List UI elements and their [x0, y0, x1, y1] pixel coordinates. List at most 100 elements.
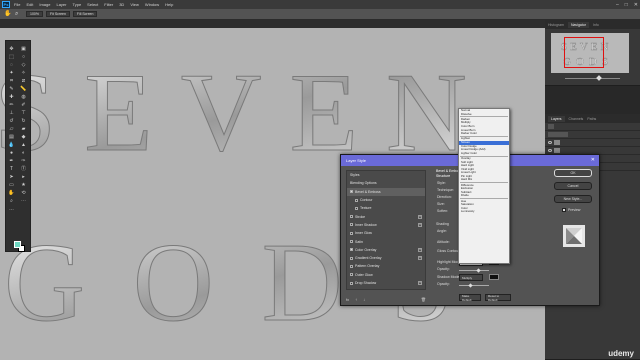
hand-tool-icon[interactable]: ✋ [4, 11, 12, 18]
tab-channels[interactable]: Channels [569, 117, 584, 121]
new-style-button[interactable]: New Style... [554, 195, 592, 203]
ok-button[interactable]: OK [554, 169, 592, 177]
artboard-tool-icon[interactable]: ▣ [19, 45, 28, 52]
polygon-lasso-icon[interactable]: ◇ [19, 61, 28, 68]
visibility-eye-icon[interactable] [548, 149, 552, 152]
style-checkbox[interactable] [350, 215, 353, 219]
style-item-satin[interactable]: Satin [347, 237, 425, 245]
freeform-pen-icon[interactable]: ✑ [19, 157, 28, 164]
blend-option[interactable]: Luminosity [459, 210, 509, 214]
brush-tool-icon[interactable]: ✏ [7, 101, 16, 108]
menu-image[interactable]: Image [39, 0, 50, 9]
move-tool-icon[interactable]: ✥ [7, 45, 16, 52]
menu-help[interactable]: Help [165, 0, 173, 9]
move-down-icon[interactable]: ↓ [363, 297, 365, 302]
menu-type[interactable]: Type [73, 0, 82, 9]
clone-stamp-icon[interactable]: ⊥ [7, 109, 16, 116]
style-checkbox[interactable] [355, 198, 358, 202]
crop-tool-icon[interactable]: ⌗ [7, 77, 16, 84]
visibility-eye-icon[interactable] [548, 141, 552, 144]
highlight-opacity-knob[interactable] [476, 268, 481, 273]
shadow-color-swatch[interactable] [489, 274, 499, 280]
menu-select[interactable]: Select [87, 0, 98, 9]
style-item-gradient-overlay[interactable]: Gradient Overlay + [347, 254, 425, 262]
pencil-tool-icon[interactable]: ✐ [19, 101, 28, 108]
style-item-texture[interactable]: Texture [347, 204, 425, 212]
dodge-tool-icon[interactable]: ● [7, 149, 16, 156]
menu-filter[interactable]: Filter [104, 0, 113, 9]
close-icon[interactable]: ✕ [634, 2, 638, 8]
bg-eraser-icon[interactable]: ▰ [19, 125, 28, 132]
fit-screen-button[interactable]: Fit Screen [45, 11, 70, 17]
zoom-tool-icon[interactable]: ⌕ [15, 11, 23, 18]
navigator-thumbnail[interactable]: SEVEN GODS [551, 33, 629, 73]
add-effect-icon[interactable]: + [418, 247, 422, 252]
custom-shape-icon[interactable]: ★ [19, 181, 28, 188]
cancel-button[interactable]: Cancel [554, 182, 592, 190]
lasso-tool-icon[interactable]: ◌ [7, 61, 16, 68]
add-effect-icon[interactable]: + [418, 281, 422, 285]
menu-edit[interactable]: Edit [26, 0, 33, 9]
style-checkbox[interactable] [350, 223, 353, 227]
preview-checkbox[interactable] [562, 208, 566, 212]
add-effect-icon[interactable]: + [418, 222, 422, 227]
zoom-tool-icon[interactable]: ⌕ [7, 197, 16, 204]
menu-view[interactable]: View [130, 0, 139, 9]
style-item-inner-glow[interactable]: Inner Glow [347, 229, 425, 237]
burn-tool-icon[interactable]: ◐ [19, 149, 28, 156]
menu-layer[interactable]: Layer [56, 0, 66, 9]
style-checkbox[interactable] [350, 248, 353, 252]
quick-select-icon[interactable]: ✧ [19, 69, 28, 76]
style-checkbox[interactable] [350, 190, 353, 194]
style-item-inner-shadow[interactable]: Inner Shadow + [347, 221, 425, 229]
make-default-button[interactable]: Make Default [459, 294, 481, 302]
gradient-tool-icon[interactable]: ▤ [7, 133, 16, 140]
shadow-mode-select[interactable]: Multiply [459, 274, 483, 281]
style-item-stroke[interactable]: Stroke + [347, 212, 425, 220]
minimize-icon[interactable]: – [616, 2, 619, 8]
style-item-pattern-overlay[interactable]: Pattern Overlay [347, 262, 425, 270]
menu-file[interactable]: File [14, 0, 20, 9]
tab-navigator[interactable]: Navigator [567, 21, 589, 28]
slice-tool-icon[interactable]: ⧄ [19, 77, 28, 84]
style-checkbox[interactable] [350, 231, 353, 235]
edit-toolbar-icon[interactable]: ⋯ [19, 197, 28, 204]
style-item[interactable]: Blending Options [347, 179, 425, 187]
style-item-bevel-emboss[interactable]: Bevel & Emboss [347, 187, 425, 196]
maximize-icon[interactable]: □ [625, 2, 628, 8]
path-select-icon[interactable]: ➤ [7, 173, 16, 180]
shadow-opacity-slider[interactable] [459, 285, 489, 286]
fx-icon[interactable]: fx [346, 297, 349, 302]
history-brush-icon[interactable]: ↺ [7, 117, 16, 124]
add-effect-icon[interactable]: + [418, 256, 422, 261]
navigator-zoom-knob[interactable] [596, 75, 602, 81]
style-item-contour[interactable]: Contour [347, 196, 425, 204]
pen-tool-icon[interactable]: ✒ [7, 157, 16, 164]
more-tools-icon[interactable]: … [7, 205, 16, 212]
style-checkbox[interactable] [355, 206, 358, 210]
style-item-color-overlay[interactable]: Color Overlay + [347, 246, 425, 254]
style-checkbox[interactable] [350, 273, 353, 277]
blend-select[interactable] [548, 132, 568, 137]
tab-layers[interactable]: Layers [548, 115, 565, 122]
navigator-zoom-slider[interactable] [565, 78, 620, 79]
style-item[interactable]: Styles [347, 171, 425, 179]
foreground-color-swatch[interactable] [14, 241, 21, 248]
move-up-icon[interactable]: ↑ [355, 297, 357, 302]
style-item-drop-shadow[interactable]: Drop Shadow + [347, 279, 425, 287]
shadow-opacity-knob[interactable] [468, 283, 473, 288]
art-history-icon[interactable]: ↻ [19, 117, 28, 124]
style-checkbox[interactable] [350, 240, 353, 244]
fill-screen-button[interactable]: Fill Screen [72, 11, 98, 17]
navigator-view-box[interactable] [564, 37, 604, 68]
layer-row[interactable] [545, 139, 640, 147]
filter-kind-icon[interactable] [548, 124, 554, 129]
tab-paths[interactable]: Paths [587, 117, 596, 121]
direct-select-icon[interactable]: ▸ [19, 173, 28, 180]
marquee-tool-icon[interactable]: ⬚ [7, 53, 16, 60]
style-checkbox[interactable] [350, 256, 353, 260]
patch-tool-icon[interactable]: ◍ [19, 93, 28, 100]
ellipse-marquee-icon[interactable]: ○ [19, 53, 28, 60]
style-checkbox[interactable] [350, 281, 353, 285]
vertical-type-icon[interactable]: Ⓣ [19, 165, 28, 172]
